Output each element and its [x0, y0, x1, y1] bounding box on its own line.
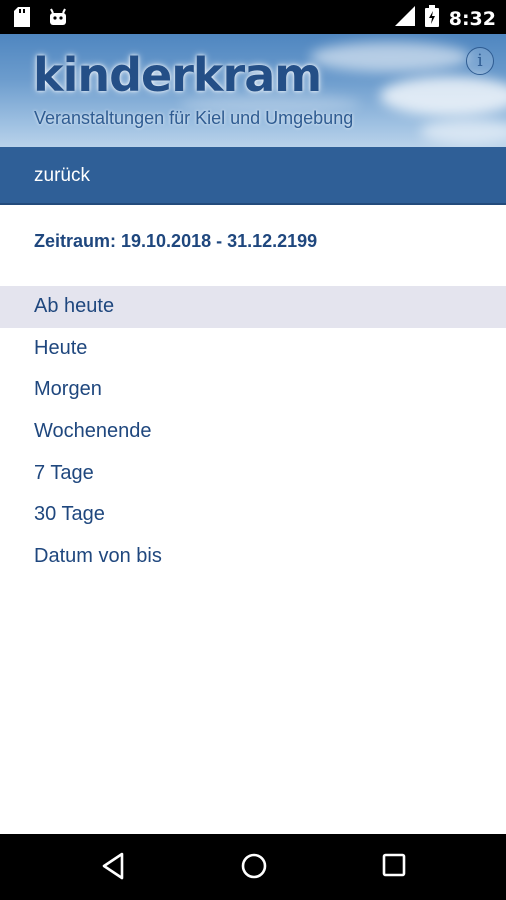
status-time: 8:32: [448, 7, 496, 30]
menu-item-morgen[interactable]: Morgen: [0, 369, 506, 411]
back-icon[interactable]: [100, 852, 126, 885]
sky-decoration: [310, 42, 470, 72]
app-logo: kinderkram: [33, 48, 322, 102]
home-icon[interactable]: [240, 852, 268, 885]
info-icon[interactable]: i: [466, 47, 494, 75]
app-header: kinderkram Veranstaltungen für Kiel und …: [0, 34, 506, 147]
back-link[interactable]: zurück: [34, 165, 90, 187]
sd-card-icon: [14, 7, 30, 32]
system-nav-bar: [0, 834, 506, 900]
recents-icon[interactable]: [381, 852, 407, 883]
menu-item-ab-heute[interactable]: Ab heute: [0, 286, 506, 328]
date-filter-list: Ab heute Heute Morgen Wochenende 7 Tage …: [0, 286, 506, 578]
sky-decoration: [420, 119, 506, 144]
menu-item-7-tage[interactable]: 7 Tage: [0, 453, 506, 495]
android-icon: [48, 7, 68, 32]
status-bar: 8:32: [0, 0, 506, 34]
battery-icon: [424, 5, 439, 32]
signal-icon: [394, 6, 415, 31]
menu-item-30-tage[interactable]: 30 Tage: [0, 494, 506, 536]
period-label: Zeitraum: 19.10.2018 - 31.12.2199: [34, 231, 318, 251]
app-subtitle: Veranstaltungen für Kiel und Umgebung: [34, 108, 354, 128]
menu-item-heute[interactable]: Heute: [0, 328, 506, 370]
sky-decoration: [380, 76, 506, 116]
menu-item-datum-von-bis[interactable]: Datum von bis: [0, 536, 506, 578]
menu-item-wochenende[interactable]: Wochenende: [0, 411, 506, 453]
navigation-bar: zurück: [0, 147, 506, 205]
